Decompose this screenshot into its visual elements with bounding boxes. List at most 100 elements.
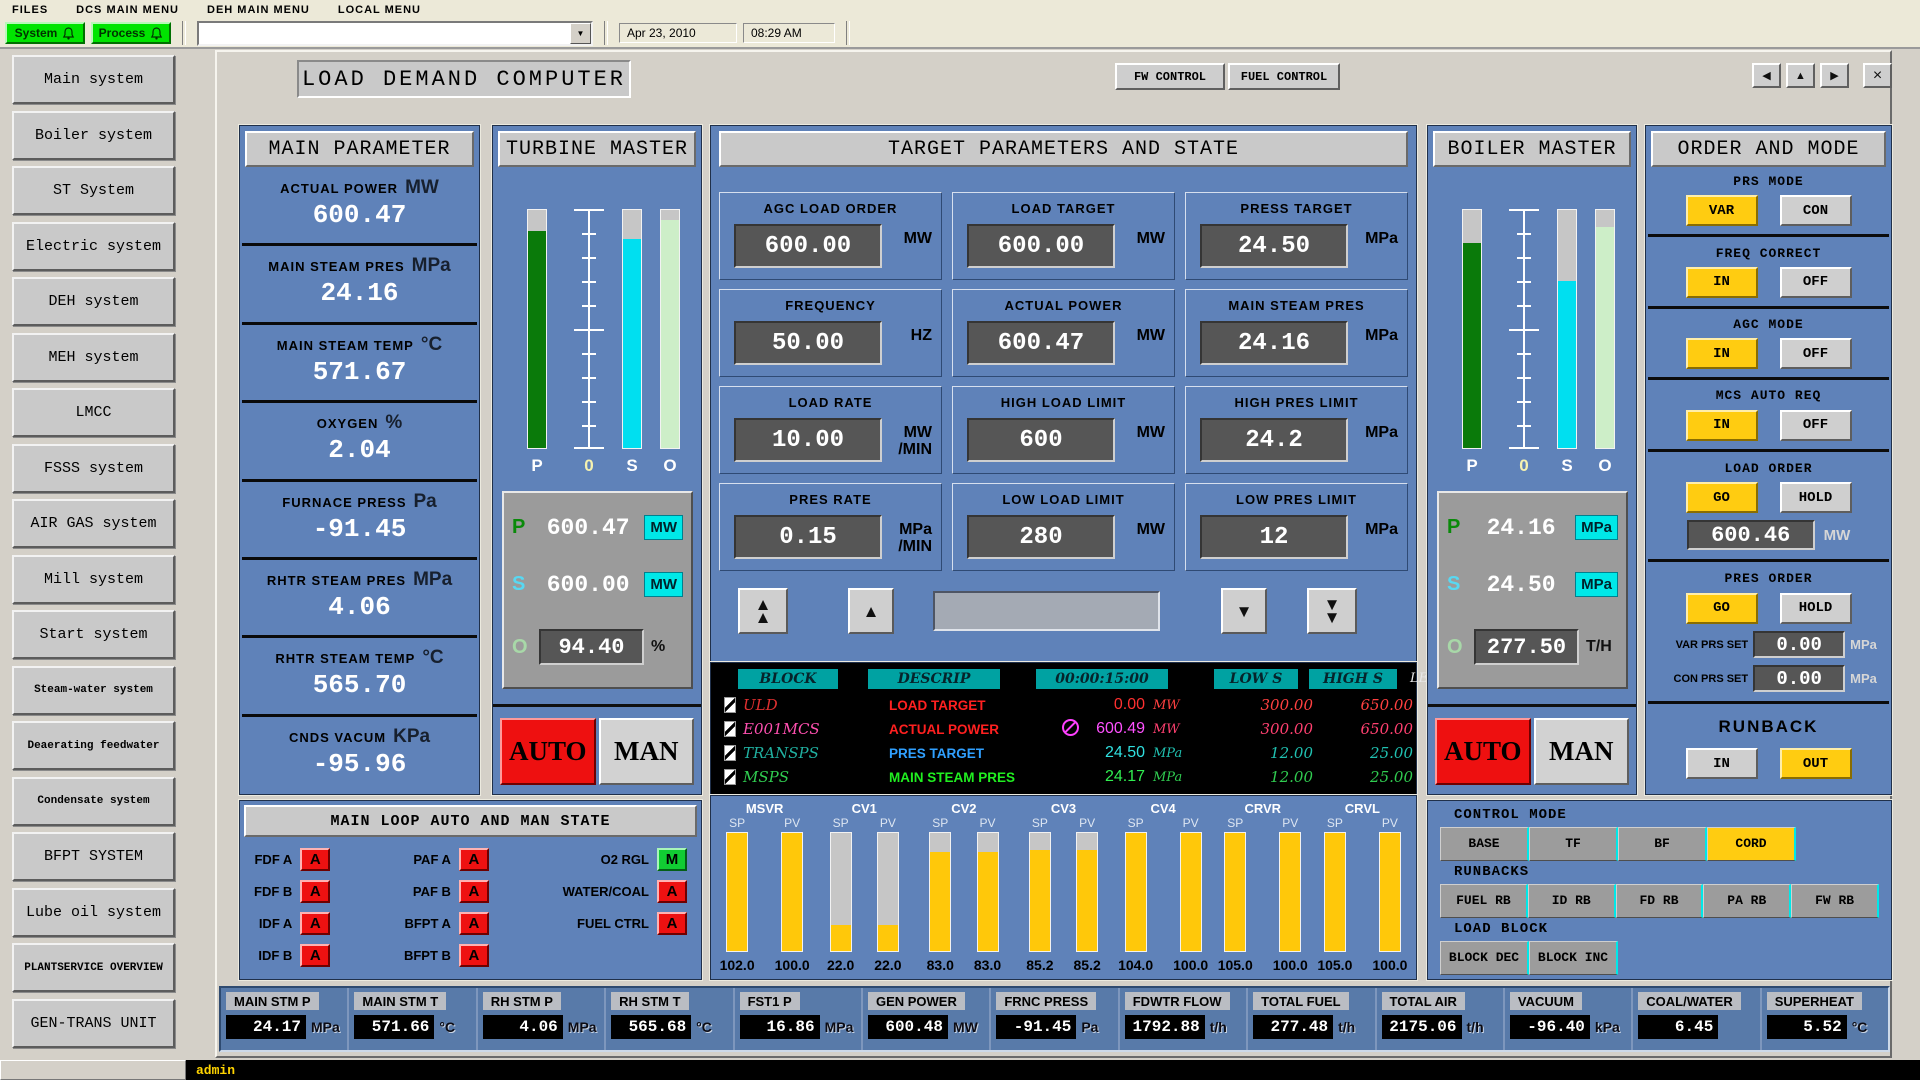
state-badge[interactable]: A [459, 880, 489, 903]
mcs-auto-req-off-button[interactable]: OFF [1780, 410, 1852, 441]
id-rb-button[interactable]: ID RB [1528, 884, 1616, 918]
tf-button[interactable]: TF [1529, 827, 1618, 861]
block-inc-button[interactable]: BLOCK INC [1529, 941, 1618, 975]
fd-rb-button[interactable]: FD RB [1616, 884, 1704, 918]
block-rows: ULDLOAD TARGET0.00MW300.00650.00E001MCSA… [717, 693, 1414, 789]
system-alarm-button[interactable]: System [5, 22, 85, 44]
state-badge[interactable]: A [657, 912, 687, 935]
state-badge[interactable]: A [459, 848, 489, 871]
runback-in-button[interactable]: IN [1686, 748, 1758, 779]
prs-mode-con-button[interactable]: CON [1780, 195, 1852, 226]
state-badge[interactable]: A [300, 944, 330, 967]
pres-order-go-button[interactable]: GO [1686, 593, 1758, 624]
sidebar-item-plantservice-overview[interactable]: PLANTSERVICE OVERVIEW [12, 943, 175, 992]
sidebar-item-main-system[interactable]: Main system [12, 55, 175, 104]
sidebar-item-gen-trans-unit[interactable]: GEN-TRANS UNIT [12, 999, 175, 1048]
state-badge[interactable]: M [657, 848, 687, 871]
tag-combobox[interactable]: ▼ [197, 21, 593, 46]
cord-button[interactable]: CORD [1707, 827, 1796, 861]
var-prs-set-input[interactable]: 0.00 [1753, 631, 1845, 658]
load-order-setpoint-input[interactable]: 600.46 [1687, 520, 1815, 550]
lower-button[interactable]: ▼ [1221, 588, 1267, 634]
freq-correct-in-button[interactable]: IN [1686, 267, 1758, 298]
sidebar-item-condensate-system[interactable]: Condensate system [12, 777, 175, 826]
freq-correct-off-button[interactable]: OFF [1780, 267, 1852, 298]
sidebar-item-electric-system[interactable]: Electric system [12, 222, 175, 271]
nav-forward-button[interactable]: ▶ [1820, 63, 1849, 88]
sidebar-item-st-system[interactable]: ST System [12, 166, 175, 215]
process-alarm-button[interactable]: Process [91, 22, 171, 44]
prs-mode-var-button[interactable]: VAR [1686, 195, 1758, 226]
fw-control-button[interactable]: FW CONTROL [1115, 63, 1225, 90]
readout-value-box[interactable]: 277.50 [1474, 629, 1579, 665]
sidebar-item-boiler-system[interactable]: Boiler system [12, 111, 175, 160]
pa-rb-button[interactable]: PA RB [1703, 884, 1791, 918]
turbine-auto-button[interactable]: AUTO [500, 718, 596, 785]
sidebar-item-lmcc[interactable]: LMCC [12, 388, 175, 437]
bf-button[interactable]: BF [1618, 827, 1707, 861]
state-badge[interactable]: A [459, 912, 489, 935]
base-button[interactable]: BASE [1440, 827, 1529, 861]
con-prs-set-input[interactable]: 0.00 [1753, 665, 1845, 692]
status-label: FRNC PRESS [996, 992, 1096, 1010]
pres-order-hold-button[interactable]: HOLD [1780, 593, 1852, 624]
agc-mode-off-button[interactable]: OFF [1780, 338, 1852, 369]
load-order-go-button[interactable]: GO [1686, 482, 1758, 513]
target-value-load-target[interactable]: 600.00 [967, 224, 1115, 268]
target-value-load-rate[interactable]: 10.00 [734, 418, 882, 462]
nav-back-button[interactable]: ◀ [1752, 63, 1781, 88]
target-value-agc-load-order[interactable]: 600.00 [734, 224, 882, 268]
target-value-pres-rate[interactable]: 0.15 [734, 515, 882, 559]
main-loop-grid: FDF AAFDF BAIDF AAIDF BAPAF AAPAF BABFPT… [254, 847, 687, 971]
sidebar-item-bfpt-system[interactable]: BFPT SYSTEM [12, 832, 175, 881]
sidebar-item-deh-system[interactable]: DEH system [12, 277, 175, 326]
target-value-high-load-limit[interactable]: 600 [967, 418, 1115, 462]
combo-dropdown-icon[interactable]: ▼ [570, 23, 591, 44]
fast-raise-button[interactable]: ▲▲ [738, 588, 788, 634]
target-value-low-pres-limit[interactable]: 12 [1200, 515, 1348, 559]
valve-pv-value: 85.2 [1074, 957, 1101, 973]
target-value-actual-power[interactable]: 600.47 [967, 321, 1115, 365]
state-badge[interactable]: A [300, 848, 330, 871]
runback-out-button[interactable]: OUT [1780, 748, 1852, 779]
block-dec-button[interactable]: BLOCK DEC [1440, 941, 1529, 975]
menu-item-files[interactable]: FILES [12, 4, 48, 16]
sidebar-item-air-gas-system[interactable]: AIR GAS system [12, 499, 175, 548]
target-value-main-steam-pres[interactable]: 24.16 [1200, 321, 1348, 365]
state-badge[interactable]: A [657, 880, 687, 903]
state-badge[interactable]: A [300, 880, 330, 903]
target-cell-label: HIGH PRES LIMIT [1186, 395, 1407, 410]
sidebar-item-steam-water-system[interactable]: Steam-water system [12, 666, 175, 715]
state-badge[interactable]: A [459, 944, 489, 967]
window-close-button[interactable]: × [1863, 63, 1892, 88]
menu-item-local-menu[interactable]: LOCAL MENU [338, 4, 421, 16]
agc-mode-in-button[interactable]: IN [1686, 338, 1758, 369]
target-value-frequency[interactable]: 50.00 [734, 321, 882, 365]
readout-value-box[interactable]: 94.40 [539, 629, 644, 665]
sidebar-item-lube-oil-system[interactable]: Lube oil system [12, 888, 175, 937]
boiler-auto-button[interactable]: AUTO [1435, 718, 1531, 785]
fw-rb-button[interactable]: FW RB [1791, 884, 1879, 918]
valve-name: CRVL [1345, 801, 1380, 816]
raise-button[interactable]: ▲ [848, 588, 894, 634]
sidebar-item-deaerating-feedwater[interactable]: Deaerating feedwater [12, 721, 175, 770]
boiler-man-button[interactable]: MAN [1534, 718, 1630, 785]
sidebar-item-start-system[interactable]: Start system [12, 610, 175, 659]
state-badge[interactable]: A [300, 912, 330, 935]
target-value-high-pres-limit[interactable]: 24.2 [1200, 418, 1348, 462]
sidebar-item-mill-system[interactable]: Mill system [12, 555, 175, 604]
target-value-press-target[interactable]: 24.50 [1200, 224, 1348, 268]
nav-up-button[interactable]: ▲ [1786, 63, 1815, 88]
mcs-auto-req-in-button[interactable]: IN [1686, 410, 1758, 441]
sidebar-item-meh-system[interactable]: MEH system [12, 333, 175, 382]
turbine-man-button[interactable]: MAN [599, 718, 695, 785]
fast-lower-button[interactable]: ▼▼ [1307, 588, 1357, 634]
fuel-rb-button[interactable]: FUEL RB [1440, 884, 1528, 918]
fuel-control-button[interactable]: FUEL CONTROL [1228, 63, 1340, 90]
main-loop-panel: MAIN LOOP AUTO AND MAN STATE FDF AAFDF B… [239, 800, 702, 980]
target-value-low-load-limit[interactable]: 280 [967, 515, 1115, 559]
sidebar-item-fsss-system[interactable]: FSSS system [12, 444, 175, 493]
menu-item-dcs-main-menu[interactable]: DCS MAIN MENU [76, 4, 179, 16]
menu-item-deh-main-menu[interactable]: DEH MAIN MENU [207, 4, 310, 16]
load-order-hold-button[interactable]: HOLD [1780, 482, 1852, 513]
